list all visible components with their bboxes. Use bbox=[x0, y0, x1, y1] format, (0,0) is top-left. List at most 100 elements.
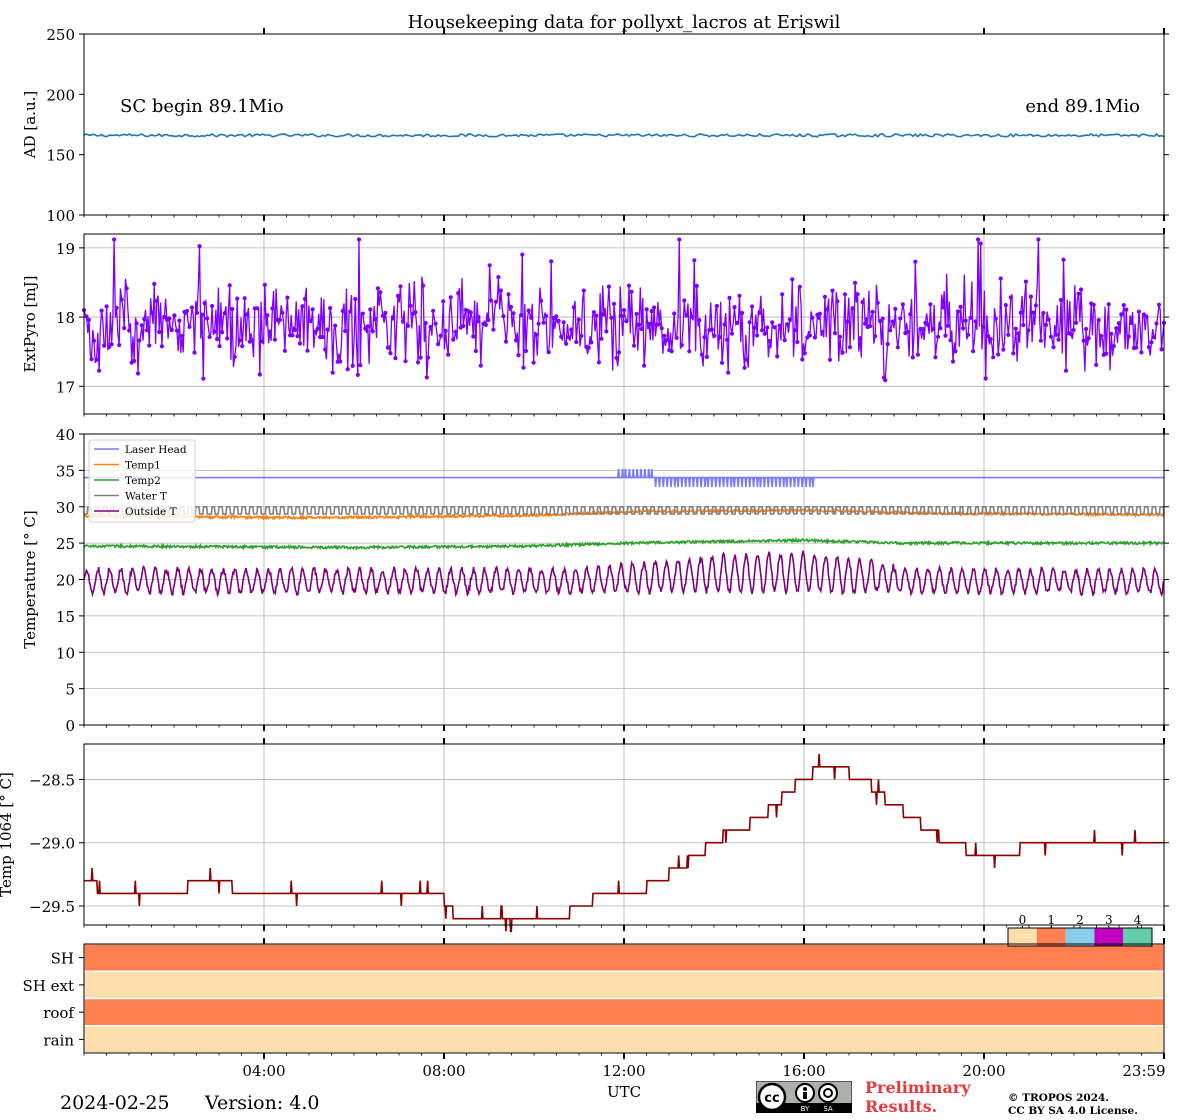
data-point bbox=[1106, 302, 1111, 307]
data-point bbox=[99, 308, 104, 313]
data-point bbox=[242, 296, 247, 301]
data-point bbox=[365, 324, 370, 329]
data-point bbox=[1036, 237, 1041, 242]
data-point bbox=[880, 316, 885, 321]
y-tick-label: 40 bbox=[56, 426, 75, 444]
data-point bbox=[556, 318, 561, 323]
data-point bbox=[330, 370, 335, 375]
data-point bbox=[167, 316, 172, 321]
data-point bbox=[697, 318, 702, 323]
data-point bbox=[727, 295, 732, 300]
data-point bbox=[310, 307, 315, 312]
data-point bbox=[1021, 323, 1026, 328]
data-point bbox=[192, 350, 197, 355]
data-point bbox=[790, 277, 795, 282]
legend-entry: Temp1 bbox=[125, 460, 161, 472]
data-point bbox=[461, 323, 466, 329]
data-point bbox=[262, 282, 267, 287]
data-point bbox=[428, 324, 433, 330]
data-point bbox=[719, 360, 725, 365]
data-point bbox=[353, 297, 358, 302]
data-point bbox=[717, 335, 722, 340]
data-point bbox=[112, 237, 117, 242]
data-point bbox=[576, 317, 581, 322]
y-tick-label: 250 bbox=[46, 26, 75, 44]
data-point bbox=[91, 338, 97, 343]
data-point bbox=[114, 305, 119, 310]
data-point bbox=[468, 310, 473, 315]
data-point bbox=[225, 336, 230, 341]
data-point bbox=[215, 337, 220, 342]
panel-frame-ad bbox=[83, 33, 1165, 216]
data-point bbox=[933, 355, 938, 360]
data-point bbox=[395, 293, 401, 298]
data-point bbox=[564, 341, 569, 346]
data-point bbox=[747, 320, 752, 325]
data-point bbox=[245, 312, 250, 317]
data-point bbox=[109, 342, 114, 347]
data-point bbox=[594, 313, 599, 318]
data-point bbox=[431, 308, 436, 313]
data-point bbox=[983, 376, 988, 381]
data-point bbox=[1081, 338, 1086, 343]
data-point bbox=[1043, 322, 1049, 327]
data-point bbox=[483, 322, 488, 327]
data-point bbox=[436, 342, 441, 347]
data-point bbox=[569, 327, 574, 332]
data-point bbox=[765, 325, 770, 330]
data-point bbox=[86, 317, 92, 322]
data-point bbox=[1109, 331, 1114, 336]
x-axis-label: UTC bbox=[607, 1083, 641, 1101]
data-point bbox=[1053, 332, 1059, 337]
colorbar-tick-label: 2 bbox=[1076, 913, 1084, 927]
y-axis-label-temperature: Temperature [° C] bbox=[21, 510, 39, 649]
data-point bbox=[762, 331, 767, 336]
data-point bbox=[1051, 345, 1056, 350]
data-point bbox=[1096, 318, 1101, 323]
data-point bbox=[858, 336, 863, 341]
data-point bbox=[265, 313, 270, 318]
data-point bbox=[1121, 303, 1126, 308]
svg-text:cc: cc bbox=[764, 1091, 779, 1106]
data-point bbox=[104, 304, 109, 309]
data-point bbox=[280, 310, 285, 315]
data-point bbox=[237, 338, 242, 343]
data-point bbox=[132, 358, 137, 364]
data-point bbox=[97, 368, 102, 373]
data-point bbox=[443, 328, 448, 333]
data-point bbox=[413, 310, 418, 315]
data-point bbox=[702, 335, 707, 340]
data-point bbox=[157, 329, 162, 335]
colorbar-cell-3 bbox=[1094, 928, 1124, 946]
data-point bbox=[476, 319, 481, 324]
status-row-sh-ext bbox=[83, 970, 1165, 1000]
data-point bbox=[893, 306, 898, 311]
data-point bbox=[230, 306, 235, 312]
data-point bbox=[174, 328, 179, 333]
data-point bbox=[333, 323, 338, 328]
data-point bbox=[508, 304, 514, 310]
data-point bbox=[664, 337, 669, 343]
data-point bbox=[895, 345, 900, 350]
x-tick-label: 16:00 bbox=[782, 1062, 825, 1080]
data-point bbox=[292, 327, 298, 333]
data-point bbox=[356, 237, 362, 242]
footer-version: Version: 4.0 bbox=[205, 1092, 320, 1114]
data-point bbox=[240, 344, 245, 349]
data-point bbox=[418, 355, 423, 360]
data-point bbox=[850, 306, 855, 311]
y-tick-label: 100 bbox=[46, 207, 75, 225]
colorbar-tick-label: 0 bbox=[1019, 913, 1027, 927]
y-tick-label: 19 bbox=[56, 240, 75, 258]
data-point bbox=[385, 345, 390, 350]
data-point bbox=[172, 313, 177, 318]
data-point bbox=[433, 321, 438, 326]
data-point bbox=[523, 348, 529, 354]
data-point bbox=[863, 321, 868, 326]
data-point bbox=[305, 348, 310, 353]
data-point bbox=[945, 323, 951, 328]
data-point bbox=[732, 305, 737, 310]
data-point bbox=[772, 325, 777, 330]
data-point bbox=[177, 318, 182, 323]
data-point bbox=[1099, 333, 1104, 338]
